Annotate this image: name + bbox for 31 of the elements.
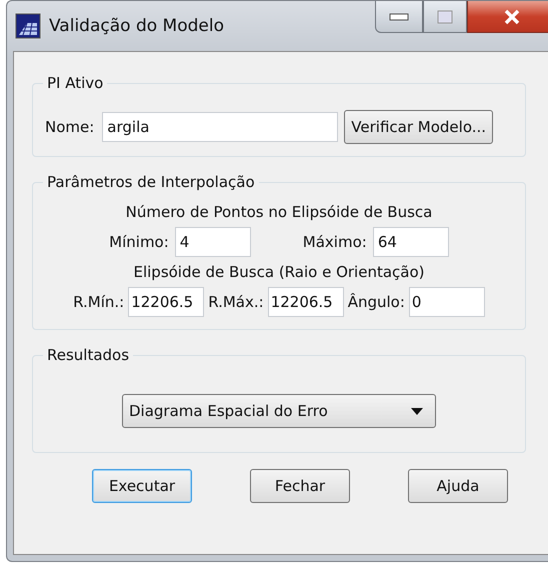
minimize-icon xyxy=(389,12,409,20)
input-field[interactable]: 64 xyxy=(372,227,449,257)
field-label: Ângulo: xyxy=(348,293,405,311)
input-field[interactable]: 4 xyxy=(174,227,251,257)
dialog-button[interactable]: Executar xyxy=(92,469,192,503)
section-heading: Elipsóide de Busca (Raio e Orientação) xyxy=(133,263,424,281)
maximize-icon xyxy=(437,10,453,24)
close-button[interactable] xyxy=(467,1,548,33)
dialog-button[interactable]: Ajuda xyxy=(408,469,508,503)
caret-icon xyxy=(411,408,423,414)
group-title: Resultados xyxy=(46,346,130,364)
minimize-button[interactable] xyxy=(375,1,423,33)
close-icon xyxy=(503,8,521,24)
input-field[interactable]: 0 xyxy=(408,287,485,317)
app-icon xyxy=(15,13,41,39)
name-field[interactable]: argila xyxy=(102,112,338,142)
field-label: Máximo: xyxy=(302,233,367,251)
group-title: Parâmetros de Interpolação xyxy=(46,173,256,191)
section-heading: Número de Pontos no Elipsóide de Busca xyxy=(126,203,432,221)
group-title: PI Ativo xyxy=(46,74,104,92)
verify-model-button[interactable]: Verificar Modelo... xyxy=(344,110,494,144)
maximize-button[interactable] xyxy=(423,1,467,33)
dialog-button[interactable]: Fechar xyxy=(250,469,350,503)
field-label: Nome: xyxy=(45,118,94,136)
field-label: R.Máx.: xyxy=(208,293,264,311)
input-field[interactable]: 12206.5 xyxy=(128,287,204,317)
field-label: Mínimo: xyxy=(109,233,169,251)
results-dropdown[interactable]: Diagrama Espacial do Erro xyxy=(122,394,436,428)
window-title: Validação do Modelo xyxy=(49,16,224,36)
input-field[interactable]: 12206.5 xyxy=(268,287,344,317)
field-label: R.Mín.: xyxy=(73,293,124,311)
